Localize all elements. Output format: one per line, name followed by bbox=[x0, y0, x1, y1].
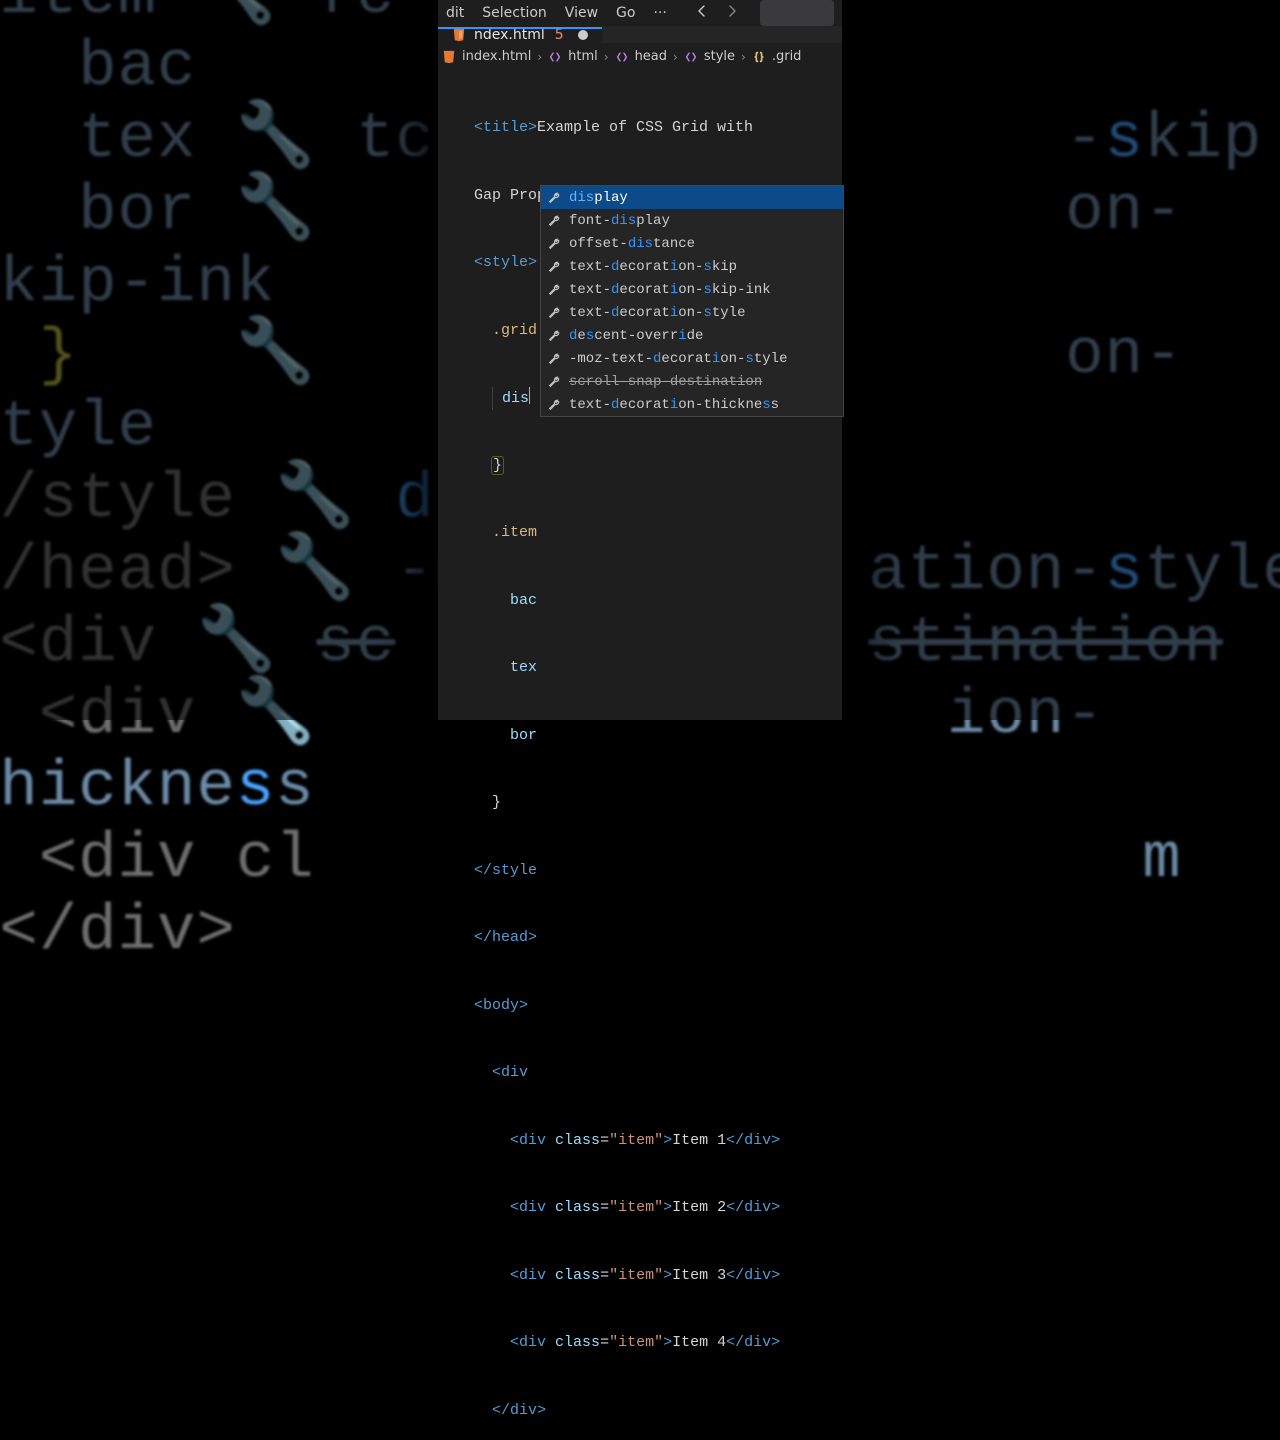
symbol-element-icon bbox=[684, 50, 698, 64]
property-icon bbox=[547, 283, 561, 297]
property-icon bbox=[547, 375, 561, 389]
symbol-element-icon bbox=[548, 50, 562, 64]
breadcrumb-style[interactable]: style bbox=[704, 49, 735, 64]
chevron-right-icon: › bbox=[673, 50, 678, 64]
nav-forward-button[interactable] bbox=[724, 3, 740, 24]
chevron-right-icon: › bbox=[741, 50, 746, 64]
command-center-search[interactable] bbox=[760, 0, 834, 26]
suggest-item[interactable]: display bbox=[541, 186, 843, 209]
suggest-item[interactable]: offset-distance bbox=[541, 232, 843, 255]
suggest-item[interactable]: text-decoration-thickness bbox=[541, 393, 843, 416]
property-icon bbox=[547, 398, 561, 412]
suggest-item[interactable]: descent-override bbox=[541, 324, 843, 347]
property-icon bbox=[547, 260, 561, 274]
menu-selection[interactable]: Selection bbox=[482, 5, 547, 21]
breadcrumb-file[interactable]: index.html bbox=[462, 49, 531, 64]
suggest-item[interactable]: text-decoration-style bbox=[541, 301, 843, 324]
tab-filename: ndex.html bbox=[474, 27, 545, 43]
symbol-rule-icon bbox=[752, 50, 766, 64]
tab-bar: ndex.html 5 bbox=[438, 26, 842, 43]
symbol-element-icon bbox=[615, 50, 629, 64]
chevron-right-icon: › bbox=[604, 50, 609, 64]
tab-unsaved-indicator-icon bbox=[578, 30, 588, 40]
html-file-icon bbox=[442, 50, 456, 64]
property-icon bbox=[547, 352, 561, 366]
property-icon bbox=[547, 214, 561, 228]
property-icon bbox=[547, 329, 561, 343]
suggest-item[interactable]: text-decoration-skip bbox=[541, 255, 843, 278]
suggest-item[interactable]: text-decoration-skip-ink bbox=[541, 278, 843, 301]
menu-edit[interactable]: dit bbox=[446, 5, 464, 21]
code-editor[interactable]: <title>Example of CSS Grid with Gap Prop… bbox=[438, 72, 842, 1440]
menu-overflow-icon[interactable]: ··· bbox=[653, 5, 666, 21]
menu-go[interactable]: Go bbox=[616, 5, 635, 21]
menu-bar: dit Selection View Go ··· bbox=[438, 0, 842, 26]
property-icon bbox=[547, 237, 561, 251]
tab-error-count: 5 bbox=[555, 27, 564, 43]
property-icon bbox=[547, 191, 561, 205]
suggest-item[interactable]: -moz-text-decoration-style bbox=[541, 347, 843, 370]
breadcrumb-selector[interactable]: .grid bbox=[772, 49, 802, 64]
tab-index-html[interactable]: ndex.html 5 bbox=[438, 26, 602, 43]
editor-window: dit Selection View Go ··· ndex.html 5 bbox=[438, 0, 842, 720]
property-icon bbox=[547, 306, 561, 320]
suggest-item[interactable]: font-display bbox=[541, 209, 843, 232]
chevron-right-icon: › bbox=[537, 50, 542, 64]
suggest-item[interactable]: scroll-snap-destination bbox=[541, 370, 843, 393]
menu-view[interactable]: View bbox=[565, 5, 598, 21]
html-file-icon bbox=[452, 28, 466, 42]
breadcrumb-head[interactable]: head bbox=[635, 49, 667, 64]
intellisense-suggest-widget[interactable]: displayfont-displayoffset-distancetext-d… bbox=[540, 185, 844, 417]
breadcrumb-html[interactable]: html bbox=[568, 49, 598, 64]
breadcrumb[interactable]: index.html › html › head › style › .grid bbox=[438, 43, 842, 72]
nav-back-button[interactable] bbox=[694, 3, 710, 24]
